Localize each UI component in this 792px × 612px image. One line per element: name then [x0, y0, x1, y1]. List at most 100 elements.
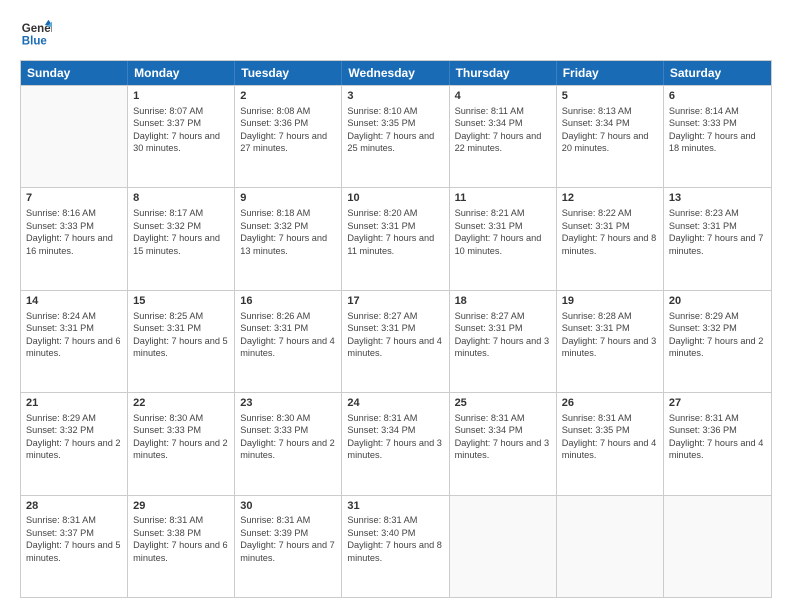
day-number: 27 — [669, 396, 766, 411]
svg-text:Blue: Blue — [22, 36, 48, 48]
day-number: 21 — [26, 396, 122, 411]
calendar-row-1: 1Sunrise: 8:07 AM Sunset: 3:37 PM Daylig… — [21, 85, 771, 187]
cell-info: Sunrise: 8:21 AM Sunset: 3:31 PM Dayligh… — [455, 207, 551, 257]
calendar-cell — [664, 496, 771, 597]
calendar-row-3: 14Sunrise: 8:24 AM Sunset: 3:31 PM Dayli… — [21, 290, 771, 392]
day-number: 10 — [347, 191, 443, 206]
calendar-cell: 19Sunrise: 8:28 AM Sunset: 3:31 PM Dayli… — [557, 291, 664, 392]
calendar-body: 1Sunrise: 8:07 AM Sunset: 3:37 PM Daylig… — [21, 85, 771, 597]
logo-icon: General Blue — [20, 18, 52, 50]
day-number: 14 — [26, 294, 122, 309]
calendar-cell: 15Sunrise: 8:25 AM Sunset: 3:31 PM Dayli… — [128, 291, 235, 392]
day-number: 17 — [347, 294, 443, 309]
day-number: 26 — [562, 396, 658, 411]
calendar-cell: 11Sunrise: 8:21 AM Sunset: 3:31 PM Dayli… — [450, 188, 557, 289]
calendar-cell — [21, 86, 128, 187]
cell-info: Sunrise: 8:31 AM Sunset: 3:39 PM Dayligh… — [240, 514, 336, 564]
cell-info: Sunrise: 8:23 AM Sunset: 3:31 PM Dayligh… — [669, 207, 766, 257]
header-day-tuesday: Tuesday — [235, 61, 342, 85]
calendar-cell: 8Sunrise: 8:17 AM Sunset: 3:32 PM Daylig… — [128, 188, 235, 289]
day-number: 18 — [455, 294, 551, 309]
cell-info: Sunrise: 8:31 AM Sunset: 3:38 PM Dayligh… — [133, 514, 229, 564]
cell-info: Sunrise: 8:24 AM Sunset: 3:31 PM Dayligh… — [26, 310, 122, 360]
calendar-cell: 14Sunrise: 8:24 AM Sunset: 3:31 PM Dayli… — [21, 291, 128, 392]
header-day-saturday: Saturday — [664, 61, 771, 85]
calendar-cell: 10Sunrise: 8:20 AM Sunset: 3:31 PM Dayli… — [342, 188, 449, 289]
calendar-row-2: 7Sunrise: 8:16 AM Sunset: 3:33 PM Daylig… — [21, 187, 771, 289]
day-number: 30 — [240, 499, 336, 514]
calendar-header: SundayMondayTuesdayWednesdayThursdayFrid… — [21, 61, 771, 85]
day-number: 3 — [347, 89, 443, 104]
day-number: 7 — [26, 191, 122, 206]
calendar-cell: 17Sunrise: 8:27 AM Sunset: 3:31 PM Dayli… — [342, 291, 449, 392]
calendar-cell: 27Sunrise: 8:31 AM Sunset: 3:36 PM Dayli… — [664, 393, 771, 494]
cell-info: Sunrise: 8:31 AM Sunset: 3:35 PM Dayligh… — [562, 412, 658, 462]
cell-info: Sunrise: 8:14 AM Sunset: 3:33 PM Dayligh… — [669, 105, 766, 155]
calendar-cell: 6Sunrise: 8:14 AM Sunset: 3:33 PM Daylig… — [664, 86, 771, 187]
cell-info: Sunrise: 8:30 AM Sunset: 3:33 PM Dayligh… — [240, 412, 336, 462]
day-number: 20 — [669, 294, 766, 309]
cell-info: Sunrise: 8:31 AM Sunset: 3:34 PM Dayligh… — [455, 412, 551, 462]
header: General Blue — [20, 18, 772, 50]
calendar-cell: 18Sunrise: 8:27 AM Sunset: 3:31 PM Dayli… — [450, 291, 557, 392]
day-number: 16 — [240, 294, 336, 309]
calendar-cell: 28Sunrise: 8:31 AM Sunset: 3:37 PM Dayli… — [21, 496, 128, 597]
cell-info: Sunrise: 8:25 AM Sunset: 3:31 PM Dayligh… — [133, 310, 229, 360]
calendar-cell: 7Sunrise: 8:16 AM Sunset: 3:33 PM Daylig… — [21, 188, 128, 289]
cell-info: Sunrise: 8:13 AM Sunset: 3:34 PM Dayligh… — [562, 105, 658, 155]
day-number: 13 — [669, 191, 766, 206]
day-number: 31 — [347, 499, 443, 514]
calendar-cell: 20Sunrise: 8:29 AM Sunset: 3:32 PM Dayli… — [664, 291, 771, 392]
cell-info: Sunrise: 8:28 AM Sunset: 3:31 PM Dayligh… — [562, 310, 658, 360]
calendar-cell: 30Sunrise: 8:31 AM Sunset: 3:39 PM Dayli… — [235, 496, 342, 597]
calendar-cell: 13Sunrise: 8:23 AM Sunset: 3:31 PM Dayli… — [664, 188, 771, 289]
day-number: 29 — [133, 499, 229, 514]
day-number: 25 — [455, 396, 551, 411]
calendar-cell: 3Sunrise: 8:10 AM Sunset: 3:35 PM Daylig… — [342, 86, 449, 187]
day-number: 28 — [26, 499, 122, 514]
logo: General Blue — [20, 18, 52, 50]
day-number: 5 — [562, 89, 658, 104]
calendar-cell: 1Sunrise: 8:07 AM Sunset: 3:37 PM Daylig… — [128, 86, 235, 187]
cell-info: Sunrise: 8:11 AM Sunset: 3:34 PM Dayligh… — [455, 105, 551, 155]
cell-info: Sunrise: 8:27 AM Sunset: 3:31 PM Dayligh… — [347, 310, 443, 360]
cell-info: Sunrise: 8:27 AM Sunset: 3:31 PM Dayligh… — [455, 310, 551, 360]
cell-info: Sunrise: 8:29 AM Sunset: 3:32 PM Dayligh… — [26, 412, 122, 462]
calendar-cell: 25Sunrise: 8:31 AM Sunset: 3:34 PM Dayli… — [450, 393, 557, 494]
day-number: 23 — [240, 396, 336, 411]
calendar-cell: 12Sunrise: 8:22 AM Sunset: 3:31 PM Dayli… — [557, 188, 664, 289]
cell-info: Sunrise: 8:22 AM Sunset: 3:31 PM Dayligh… — [562, 207, 658, 257]
calendar: SundayMondayTuesdayWednesdayThursdayFrid… — [20, 60, 772, 598]
header-day-thursday: Thursday — [450, 61, 557, 85]
day-number: 4 — [455, 89, 551, 104]
calendar-cell: 24Sunrise: 8:31 AM Sunset: 3:34 PM Dayli… — [342, 393, 449, 494]
cell-info: Sunrise: 8:17 AM Sunset: 3:32 PM Dayligh… — [133, 207, 229, 257]
header-day-monday: Monday — [128, 61, 235, 85]
calendar-row-5: 28Sunrise: 8:31 AM Sunset: 3:37 PM Dayli… — [21, 495, 771, 597]
calendar-cell: 31Sunrise: 8:31 AM Sunset: 3:40 PM Dayli… — [342, 496, 449, 597]
calendar-cell — [450, 496, 557, 597]
day-number: 2 — [240, 89, 336, 104]
day-number: 8 — [133, 191, 229, 206]
calendar-cell: 5Sunrise: 8:13 AM Sunset: 3:34 PM Daylig… — [557, 86, 664, 187]
header-day-friday: Friday — [557, 61, 664, 85]
day-number: 11 — [455, 191, 551, 206]
calendar-cell — [557, 496, 664, 597]
calendar-cell: 4Sunrise: 8:11 AM Sunset: 3:34 PM Daylig… — [450, 86, 557, 187]
header-day-sunday: Sunday — [21, 61, 128, 85]
cell-info: Sunrise: 8:18 AM Sunset: 3:32 PM Dayligh… — [240, 207, 336, 257]
cell-info: Sunrise: 8:07 AM Sunset: 3:37 PM Dayligh… — [133, 105, 229, 155]
day-number: 15 — [133, 294, 229, 309]
page: General Blue SundayMondayTuesdayWednesda… — [0, 0, 792, 612]
day-number: 19 — [562, 294, 658, 309]
calendar-cell: 23Sunrise: 8:30 AM Sunset: 3:33 PM Dayli… — [235, 393, 342, 494]
cell-info: Sunrise: 8:20 AM Sunset: 3:31 PM Dayligh… — [347, 207, 443, 257]
cell-info: Sunrise: 8:31 AM Sunset: 3:36 PM Dayligh… — [669, 412, 766, 462]
day-number: 9 — [240, 191, 336, 206]
calendar-cell: 22Sunrise: 8:30 AM Sunset: 3:33 PM Dayli… — [128, 393, 235, 494]
day-number: 12 — [562, 191, 658, 206]
day-number: 24 — [347, 396, 443, 411]
calendar-cell: 21Sunrise: 8:29 AM Sunset: 3:32 PM Dayli… — [21, 393, 128, 494]
cell-info: Sunrise: 8:30 AM Sunset: 3:33 PM Dayligh… — [133, 412, 229, 462]
cell-info: Sunrise: 8:26 AM Sunset: 3:31 PM Dayligh… — [240, 310, 336, 360]
